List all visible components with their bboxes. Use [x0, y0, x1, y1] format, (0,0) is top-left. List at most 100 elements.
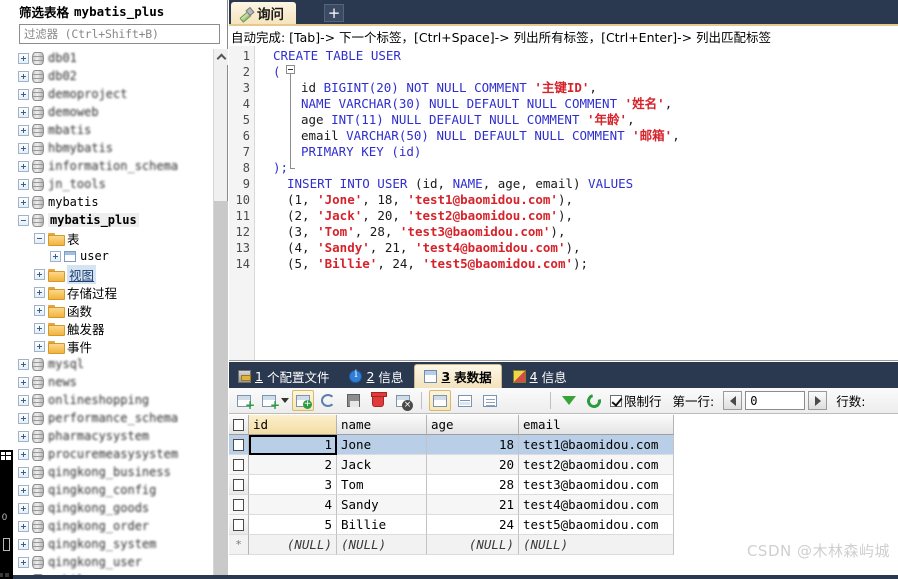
row-select-checkbox[interactable]	[229, 515, 249, 535]
expand-toggle-icon[interactable]	[18, 196, 29, 208]
tree-node-db02[interactable]: db02	[18, 67, 221, 85]
cell-email[interactable]: test2@baomidou.com	[519, 455, 674, 475]
first-row-input[interactable]: 0	[745, 391, 806, 410]
expand-toggle-icon[interactable]	[18, 484, 29, 496]
view-text-icon[interactable]	[479, 390, 501, 411]
row-select-checkbox[interactable]	[229, 455, 249, 475]
tree-node--[interactable]: 触发器	[18, 319, 221, 337]
result-tab-2[interactable]: 2信息	[340, 364, 413, 388]
expand-toggle-icon[interactable]	[18, 88, 29, 100]
first-row-increment[interactable]	[808, 391, 828, 410]
expand-toggle-icon[interactable]	[18, 358, 29, 370]
sql-editor[interactable]: 1 2 3 4 5 6 7 8 9 10 11 12 13 14 CREATE TABLE USER(id…	[229, 46, 898, 361]
chevron-down-icon[interactable]	[281, 398, 289, 403]
cell-email[interactable]: test4@baomidou.com	[519, 495, 674, 515]
delete-row-icon[interactable]	[367, 390, 389, 411]
result-tab-4[interactable]: 4 信息	[503, 364, 576, 388]
result-tab-3[interactable]: 3 表数据	[414, 364, 502, 388]
tree-node-qingkong_system[interactable]: qingkong_system	[18, 535, 221, 553]
new-row-cell-id[interactable]: (NULL)	[249, 535, 337, 555]
tree-node-performance_schema[interactable]: performance_schema	[18, 409, 221, 427]
database-tree[interactable]: db01 db02 demoproject demoweb mbatis hbmybati…	[18, 49, 221, 576]
cell-age[interactable]: 28	[427, 475, 519, 495]
code-line[interactable]: (5, 'Billie', 24, 'test5@baomidou.com');	[287, 256, 588, 272]
expand-toggle-icon[interactable]	[18, 502, 29, 514]
cell-id[interactable]: 5	[249, 515, 337, 535]
code-line[interactable]: id BIGINT(20) NOT NULL COMMENT '主键ID',	[301, 80, 597, 96]
expand-toggle-icon[interactable]	[18, 178, 29, 190]
scrollbar-thumb[interactable]	[214, 201, 228, 579]
cell-id[interactable]: 4	[249, 495, 337, 515]
tree-node-demoweb[interactable]: demoweb	[18, 103, 221, 121]
select-all-checkbox[interactable]	[229, 415, 249, 435]
new-grid-icon[interactable]: +	[233, 390, 255, 411]
cell-age[interactable]: 18	[427, 435, 519, 455]
code-line[interactable]: );	[273, 160, 288, 176]
result-tab-1[interactable]: 1 个配置文件	[229, 364, 339, 388]
expand-toggle-icon[interactable]	[34, 286, 45, 298]
tree-scrollbar[interactable]	[213, 49, 228, 579]
code-line[interactable]: (3, 'Tom', 28, 'test3@baomidou.com'),	[287, 224, 565, 240]
expand-toggle-icon[interactable]	[18, 520, 29, 532]
code-line[interactable]: email VARCHAR(50) NULL DEFAULT NULL COMM…	[301, 128, 680, 144]
code-folding-column[interactable]	[256, 46, 295, 360]
expand-toggle-icon[interactable]	[18, 412, 29, 424]
cell-name[interactable]: Jack	[337, 455, 427, 475]
tab-query[interactable]: 询问	[231, 2, 296, 24]
tree-node-mybatis_plus[interactable]: mybatis_plus	[18, 211, 221, 229]
tree-node-qingkong_goods[interactable]: qingkong_goods	[18, 499, 221, 517]
code-line[interactable]: (4, 'Sandy', 21, 'test4@baomidou.com'),	[287, 240, 581, 256]
cancel-changes-icon[interactable]	[392, 390, 414, 411]
collapse-toggle-icon[interactable]	[34, 232, 45, 244]
column-header-id[interactable]: id	[249, 415, 337, 435]
first-row-decrement[interactable]	[723, 391, 743, 410]
tree-node-qingkong_business[interactable]: qingkong_business	[18, 463, 221, 481]
expand-toggle-icon[interactable]	[18, 466, 29, 478]
expand-toggle-icon[interactable]	[34, 322, 45, 334]
add-row-icon[interactable]: +	[292, 390, 314, 411]
row-select-checkbox[interactable]	[229, 435, 249, 455]
cell-age[interactable]: 24	[427, 515, 519, 535]
tree-node-demoproject[interactable]: demoproject	[18, 85, 221, 103]
expand-toggle-icon[interactable]	[34, 304, 45, 316]
column-header-age[interactable]: age	[427, 415, 519, 435]
new-row-cell-name[interactable]: (NULL)	[337, 535, 427, 555]
tree-node-news[interactable]: news	[18, 373, 221, 391]
code-line[interactable]: (2, 'Jack', 20, 'test2@baomidou.com'),	[287, 208, 573, 224]
tree-node-information_schema[interactable]: information_schema	[18, 157, 221, 175]
tree-node--[interactable]: 函数	[18, 301, 221, 319]
expand-toggle-icon[interactable]	[34, 268, 45, 280]
expand-toggle-icon[interactable]	[18, 376, 29, 388]
tree-node-qingkong_config[interactable]: qingkong_config	[18, 481, 221, 499]
code-line[interactable]: INSERT INTO USER (id, NAME, age, email) …	[287, 176, 633, 192]
tree-node-mysql[interactable]: mysql	[18, 355, 221, 373]
tree-node-qingkong_user[interactable]: qingkong_user	[18, 553, 221, 571]
table-row[interactable]: 2 Jack 20 test2@baomidou.com	[229, 455, 898, 475]
cell-email[interactable]: test5@baomidou.com	[519, 515, 674, 535]
tree-node--[interactable]: 事件	[18, 337, 221, 355]
save-row-icon[interactable]	[342, 390, 364, 411]
table-row[interactable]: 1 Jone 18 test1@baomidou.com	[229, 435, 898, 455]
cell-email[interactable]: test1@baomidou.com	[519, 435, 674, 455]
new-row-cell-age[interactable]: (NULL)	[427, 535, 519, 555]
code-line[interactable]: PRIMARY KEY (id)	[301, 144, 421, 160]
expand-toggle-icon[interactable]	[18, 52, 29, 64]
new-query-tab-button[interactable]: +	[324, 4, 344, 22]
row-select-checkbox[interactable]	[229, 475, 249, 495]
code-line[interactable]: (1, 'Jone', 18, 'test1@baomidou.com'),	[287, 192, 573, 208]
new-row-cell-email[interactable]: (NULL)	[519, 535, 674, 555]
expand-toggle-icon[interactable]	[18, 556, 29, 568]
cell-name[interactable]: Jone	[337, 435, 427, 455]
collapse-toggle-icon[interactable]	[18, 214, 29, 226]
results-tabbar[interactable]: 1个配置文件2信息3表数据4信息	[229, 362, 898, 388]
duplicate-grid-icon[interactable]: +	[258, 390, 280, 411]
tree-node-onlineshopping[interactable]: onlineshopping	[18, 391, 221, 409]
tree-node-pharmacysystem[interactable]: pharmacysystem	[18, 427, 221, 445]
code-line[interactable]: age INT(11) NULL DEFAULT NULL COMMENT '年…	[301, 112, 635, 128]
refresh-icon[interactable]	[583, 390, 605, 411]
tree-node-db01[interactable]: db01	[18, 49, 221, 67]
expand-toggle-icon[interactable]	[34, 340, 45, 352]
cell-age[interactable]: 21	[427, 495, 519, 515]
cell-email[interactable]: test3@baomidou.com	[519, 475, 674, 495]
tree-node-procuremeasysystem[interactable]: procuremeasysystem	[18, 445, 221, 463]
